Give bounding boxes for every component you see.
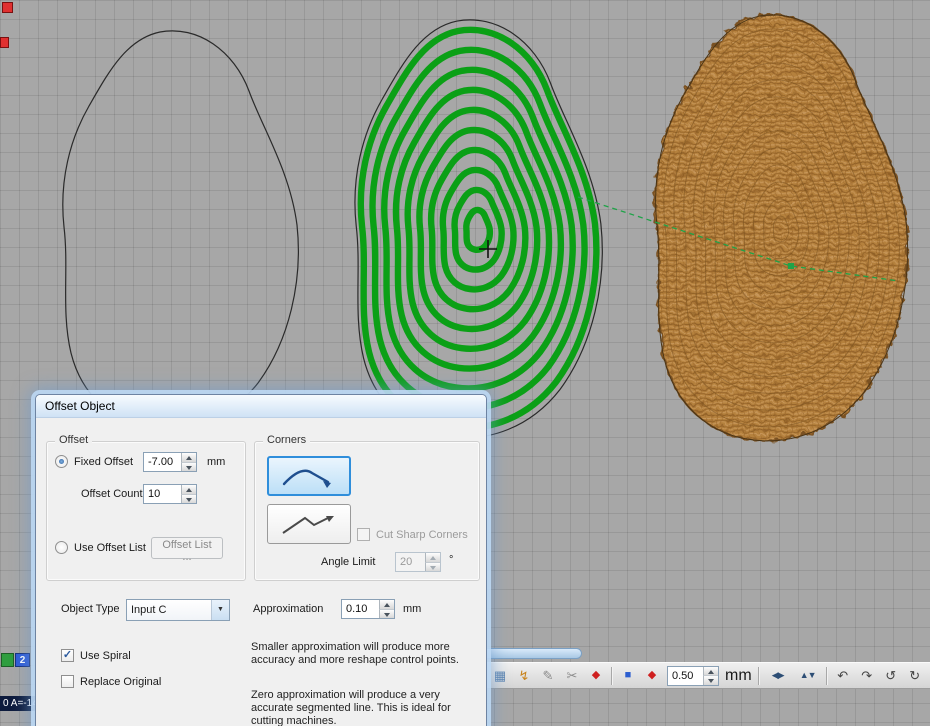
offset-count-value[interactable]: 10 (144, 485, 181, 503)
rotate-ccw-icon[interactable]: ↺ (882, 663, 900, 688)
dialog-body: Offset Fixed Offset -7.00 mm Offset Coun… (36, 417, 486, 726)
spin-down-icon[interactable] (379, 609, 394, 619)
approximation-value[interactable]: 0.10 (342, 600, 379, 618)
bottom-toolbar: ▦ ↯ ✎ ✂ ◆ ■ ◆ 0.50 mm ◀▶ ▲▼ ↶ ↷ ↺ ↻ (487, 662, 930, 689)
angle-limit-input[interactable]: 20 (395, 552, 441, 572)
spin-up-icon[interactable] (379, 600, 394, 609)
replace-original-label: Replace Original (80, 676, 161, 688)
red-marker-icon-2 (0, 37, 9, 48)
cut-sharp-corners-checkbox[interactable]: ✓ Cut Sharp Corners (357, 528, 468, 541)
lightning-icon[interactable]: ↯ (515, 663, 533, 688)
layer-color-badge-green[interactable] (1, 653, 14, 667)
spin-up-icon[interactable] (425, 553, 440, 562)
red-marker-icon (2, 2, 13, 13)
outline-shape[interactable] (63, 31, 299, 429)
rounded-corner-icon (278, 462, 340, 490)
use-offset-list-radio[interactable]: Use Offset List (55, 541, 146, 554)
corners-group-caption: Corners (263, 434, 310, 446)
corners-group: Corners ✓ Cut Sharp Corners (254, 441, 480, 581)
approximation-help-text-2: Zero approximation will produce a very a… (251, 689, 481, 726)
object-type-label: Object Type (61, 603, 120, 615)
offset-group: Offset Fixed Offset -7.00 mm Offset Coun… (46, 441, 246, 581)
blue-square-icon[interactable]: ■ (619, 663, 637, 688)
offset-count-input[interactable]: 10 (143, 484, 197, 504)
stitch-length-unit: mm (725, 667, 752, 685)
stitch-length-value[interactable]: 0.50 (668, 667, 703, 685)
stitched-shape[interactable] (656, 15, 908, 441)
select-grid-icon[interactable]: ▦ (491, 663, 509, 688)
offset-group-caption: Offset (55, 434, 92, 446)
checkbox-icon[interactable]: ✓ (61, 675, 74, 688)
approximation-help-text-1: Smaller approximation will produce more … (251, 641, 481, 667)
spin-up-icon[interactable] (181, 485, 196, 494)
stitch-length-input[interactable]: 0.50 (667, 666, 719, 686)
checkbox-icon[interactable]: ✓ (357, 528, 370, 541)
layer-color-badge-blue[interactable]: 2 (15, 653, 30, 667)
use-offset-list-label: Use Offset List (74, 542, 146, 554)
spin-down-icon[interactable] (181, 462, 196, 472)
red-diamond-icon[interactable]: ◆ (587, 663, 605, 688)
offset-count-label: Offset Count (81, 488, 143, 500)
rounded-corner-button[interactable] (267, 456, 351, 496)
cut-sharp-corners-label: Cut Sharp Corners (376, 529, 468, 541)
angle-limit-label: Angle Limit (321, 556, 375, 568)
fixed-offset-label: Fixed Offset (74, 456, 133, 468)
red-diamond-icon-2[interactable]: ◆ (643, 663, 661, 688)
toolbar-separator (611, 667, 613, 685)
fixed-offset-unit: mm (207, 456, 225, 468)
fixed-offset-radio[interactable]: Fixed Offset (55, 455, 133, 468)
fixed-offset-value[interactable]: -7.00 (144, 453, 181, 471)
angle-limit-value[interactable]: 20 (396, 553, 425, 571)
toolbar-separator (826, 667, 828, 685)
spin-down-icon[interactable] (181, 494, 196, 504)
rotate-right-icon[interactable]: ↷ (858, 663, 876, 688)
dialog-titlebar[interactable]: Offset Object (36, 395, 486, 418)
use-spiral-label: Use Spiral (80, 650, 131, 662)
scissors-icon[interactable]: ✂ (563, 663, 581, 688)
radio-icon[interactable] (55, 541, 68, 554)
toolbar-separator (758, 667, 760, 685)
replace-original-checkbox[interactable]: ✓ Replace Original (61, 675, 161, 688)
spin-up-icon[interactable] (181, 453, 196, 462)
sharp-corner-button[interactable] (267, 504, 351, 544)
pen-icon[interactable]: ✎ (539, 663, 557, 688)
checkbox-icon[interactable]: ✓ (61, 649, 74, 662)
offset-list-button[interactable]: Offset List ... (151, 537, 223, 559)
spin-down-icon[interactable] (703, 675, 718, 685)
approximation-label: Approximation (253, 603, 323, 615)
design-canvas[interactable]: ▦ ↯ ✎ ✂ ◆ ■ ◆ 0.50 mm ◀▶ ▲▼ ↶ ↷ ↺ ↻ 2 0 … (0, 0, 930, 726)
fixed-offset-input[interactable]: -7.00 (143, 452, 197, 472)
spiral-offset-shape[interactable] (355, 20, 602, 438)
approximation-unit: mm (403, 603, 421, 615)
rotate-left-icon[interactable]: ↶ (834, 663, 852, 688)
flip-horizontal-icon[interactable]: ◀▶ (766, 663, 790, 688)
offset-object-dialog: Offset Object Offset Fixed Offset -7.00 … (35, 394, 487, 726)
object-type-select[interactable]: Input C ▼ (126, 599, 230, 621)
use-spiral-checkbox[interactable]: ✓ Use Spiral (61, 649, 131, 662)
chevron-down-icon[interactable]: ▼ (211, 600, 229, 620)
radio-icon[interactable] (55, 455, 68, 468)
spin-up-icon[interactable] (703, 667, 718, 676)
sharp-corner-icon (278, 510, 340, 538)
flip-vertical-icon[interactable]: ▲▼ (796, 663, 820, 688)
approximation-input[interactable]: 0.10 (341, 599, 395, 619)
object-type-value: Input C (127, 600, 211, 620)
dialog-title: Offset Object (45, 399, 115, 413)
spin-down-icon[interactable] (425, 562, 440, 572)
angle-limit-unit: ° (449, 554, 453, 566)
rotate-cw-icon[interactable]: ↻ (906, 663, 924, 688)
